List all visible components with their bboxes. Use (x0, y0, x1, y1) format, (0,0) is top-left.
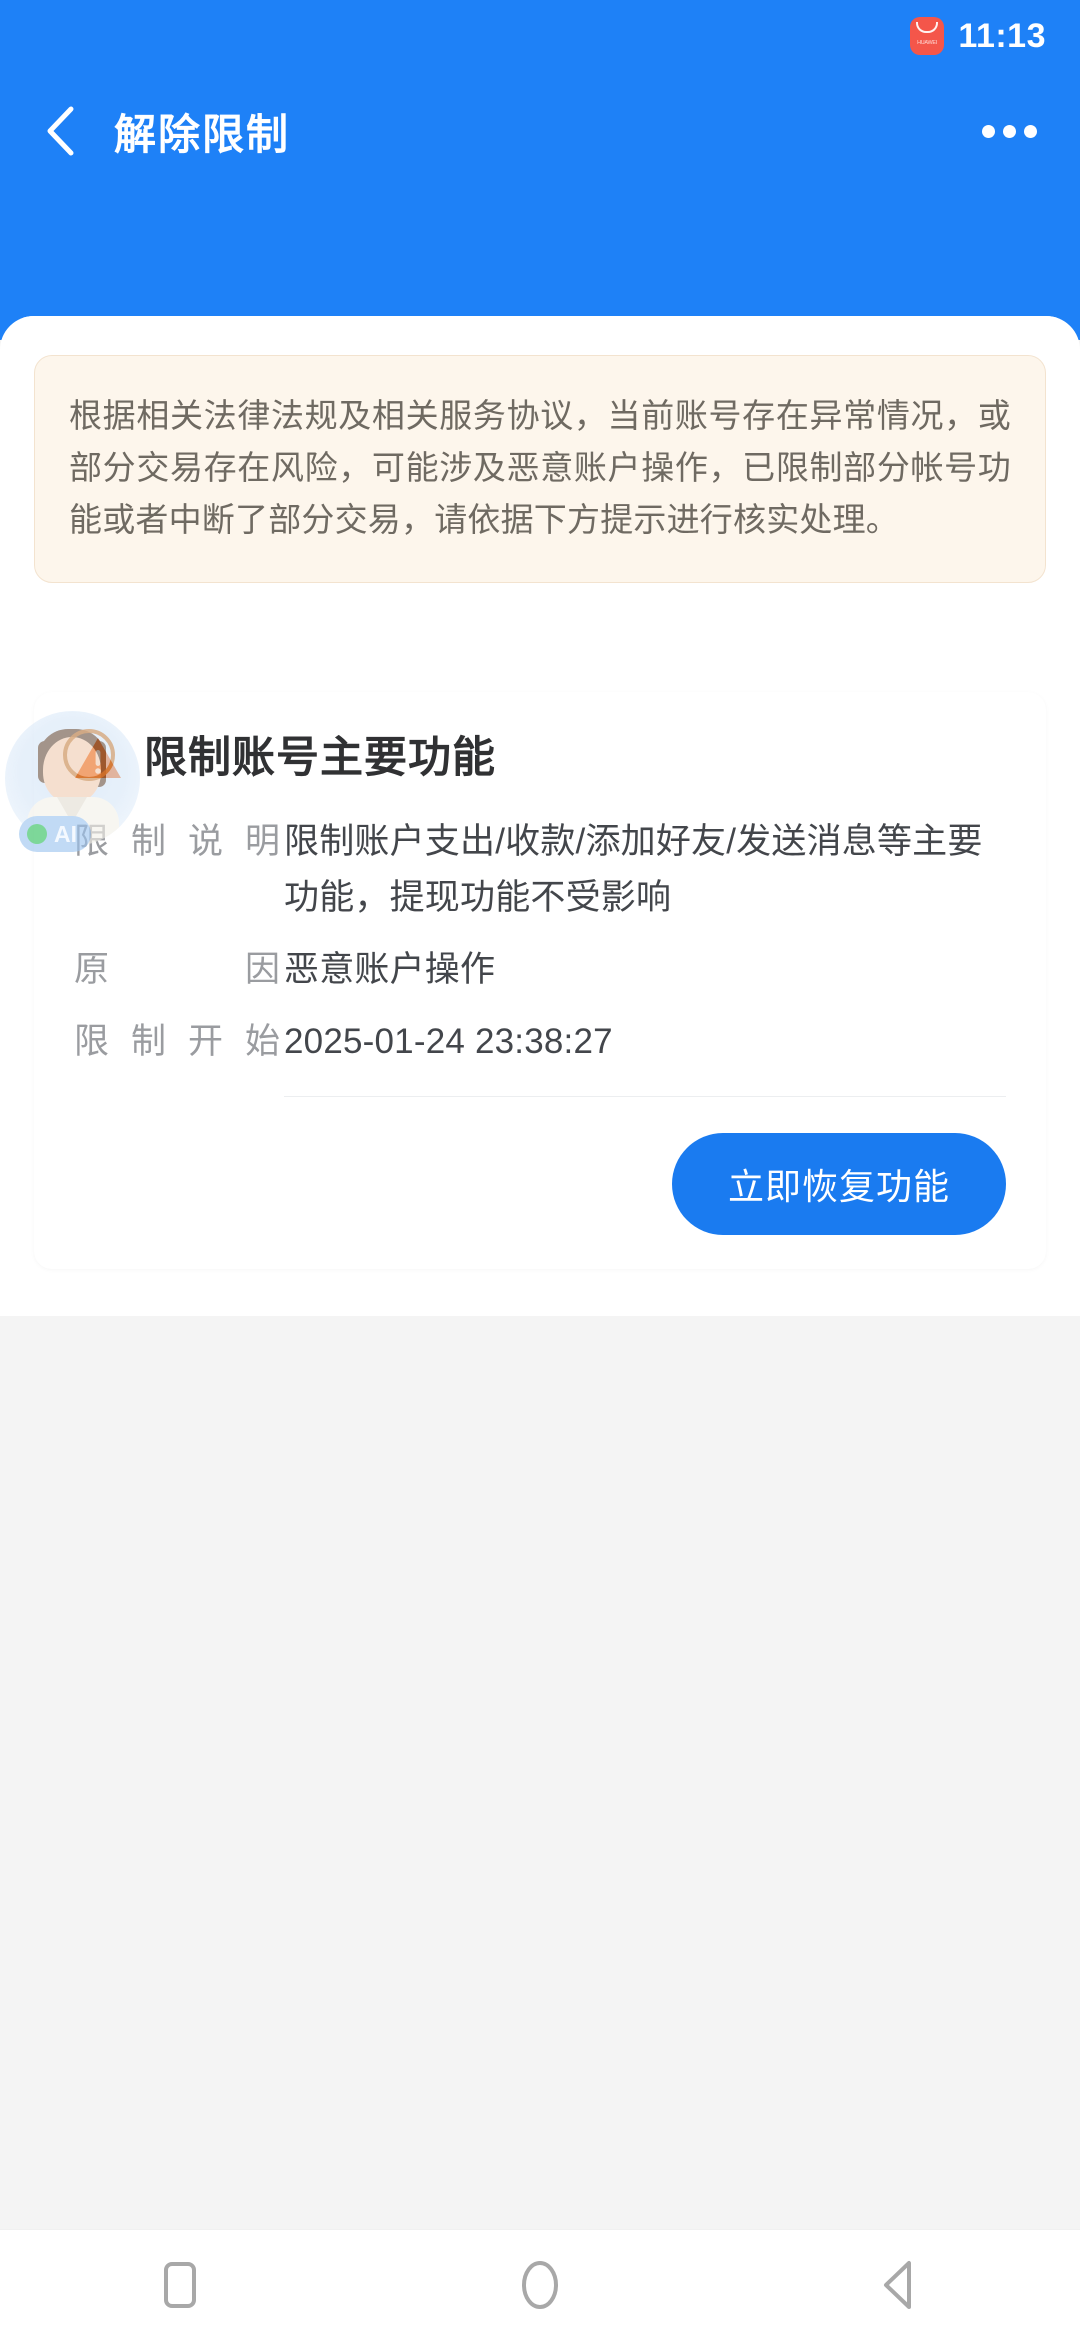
info-label-reason: 原因 (74, 950, 280, 989)
system-navigation-bar (0, 2229, 1080, 2340)
more-options-button[interactable] (974, 101, 1044, 161)
ai-assistant-avatar[interactable]: AI (5, 711, 140, 852)
ai-status-badge: AI (19, 816, 91, 852)
status-bar: HUAWEI 11:13 (0, 0, 1080, 72)
info-row-reason: 原因 恶意账户操作 (74, 942, 1006, 998)
home-button[interactable] (460, 2230, 620, 2340)
online-status-dot (27, 824, 47, 844)
content-sheet: 根据相关法律法规及相关服务协议，当前账号存在异常情况，或部分交易存在风险，可能涉… (0, 316, 1080, 2340)
app-badge-arc (916, 22, 939, 33)
info-value-start-time: 2025-01-24 23:38:27 (284, 1022, 613, 1061)
huawei-appgallery-icon: HUAWEI (910, 17, 945, 55)
notice-banner: 根据相关法律法规及相关服务协议，当前账号存在异常情况，或部分交易存在风险，可能涉… (34, 355, 1046, 583)
ai-badge-label: AI (54, 820, 77, 847)
more-dot-3 (1023, 124, 1037, 138)
info-label-start-time: 限制开始 (74, 1022, 280, 1061)
circle-home-icon (522, 2261, 558, 2309)
status-bar-clock: 11:13 (958, 17, 1046, 55)
triangle-back-icon (884, 2261, 911, 2309)
restore-function-button[interactable]: 立即恢复功能 (671, 1133, 1006, 1235)
avatar-ring-icon (63, 729, 115, 781)
app-screen: HUAWEI 11:13 解除限制 根据相关法律法规及相关服务协议，当前账号存在… (0, 0, 1080, 2340)
info-value-description: 限制账户支出/收款/添加好友/发送消息等主要功能，提现功能不受影响 (284, 822, 983, 917)
info-value-reason: 恶意账户操作 (284, 950, 496, 989)
notice-text: 根据相关法律法规及相关服务协议，当前账号存在异常情况，或部分交易存在风险，可能涉… (69, 397, 1011, 538)
square-recents-icon (164, 2262, 196, 2308)
app-badge-label: HUAWEI (917, 40, 938, 46)
more-dot-2 (1002, 124, 1016, 138)
card-actions: 立即恢复功能 (74, 1097, 1006, 1235)
more-dot-1 (981, 124, 995, 138)
restriction-card-title: 限制账号主要功能 (144, 733, 496, 782)
status-bar-right: HUAWEI 11:13 (910, 17, 1046, 55)
title-bar: 解除限制 (0, 72, 1080, 190)
page-title: 解除限制 (114, 110, 291, 158)
back-nav-button[interactable] (820, 2230, 980, 2340)
info-row-description: 限制说明 限制账户支出/收款/添加好友/发送消息等主要功能，提现功能不受影响 (74, 814, 1006, 926)
back-button[interactable] (30, 99, 94, 163)
recents-button[interactable] (100, 2230, 260, 2340)
info-row-start-time: 限制开始 2025-01-24 23:38:27 (74, 1014, 1006, 1070)
restriction-card-header: 限制账号主要功能 (74, 736, 1006, 780)
chevron-left-icon (47, 106, 74, 156)
restriction-card: 限制账号主要功能 限制说明 限制账户支出/收款/添加好友/发送消息等主要功能，提… (34, 692, 1046, 1269)
